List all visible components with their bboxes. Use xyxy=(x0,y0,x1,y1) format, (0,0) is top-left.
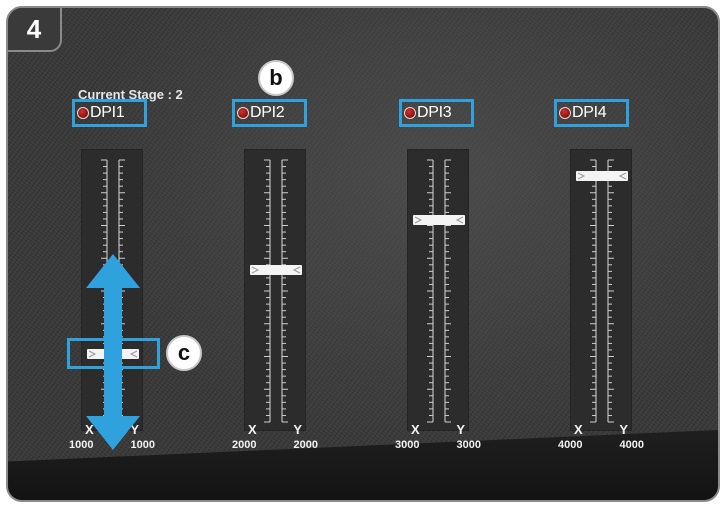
indicator-dot-icon xyxy=(559,107,571,119)
dpi2-x-value: 2000 xyxy=(232,439,257,451)
dpi4-y-label: Y xyxy=(619,422,628,437)
slider-ticks xyxy=(264,159,288,423)
knob-highlight-box xyxy=(67,338,160,369)
indicator-dot-icon xyxy=(77,107,89,119)
step-badge: 4 xyxy=(8,8,62,52)
dpi4-y-value: 4000 xyxy=(619,439,644,451)
dpi2-axis-labels: X Y xyxy=(232,422,318,437)
slider-ticks xyxy=(590,159,614,423)
dpi2-label[interactable]: DPI2 xyxy=(232,99,307,127)
dpi4-x-value: 4000 xyxy=(558,439,583,451)
instruction-panel: 4 Current Stage : 2 DPI1 X Y 1000 1000 D… xyxy=(6,6,720,502)
dpi2-x-label: X xyxy=(248,422,257,437)
dpi2-y-value: 2000 xyxy=(293,439,318,451)
indicator-dot-icon xyxy=(404,107,416,119)
slider-knob-icon xyxy=(251,266,301,274)
dpi4-axis-labels: X Y xyxy=(558,422,644,437)
dpi3-y-value: 3000 xyxy=(456,439,481,451)
step-number: 4 xyxy=(26,13,42,44)
dpi2-axis-values: 2000 2000 xyxy=(232,439,318,451)
dpi4-slider-knob[interactable] xyxy=(576,170,628,181)
indicator-dot-icon xyxy=(237,107,249,119)
dpi2-label-text: DPI2 xyxy=(250,104,285,121)
dpi2-y-label: Y xyxy=(293,422,302,437)
dpi1-label[interactable]: DPI1 xyxy=(72,99,147,127)
slider-knob-icon xyxy=(577,172,627,180)
slider-ticks xyxy=(427,159,451,423)
slider-knob-icon xyxy=(414,216,464,224)
callout-b: b xyxy=(258,60,294,96)
dpi3-label-text: DPI3 xyxy=(417,104,452,121)
dpi4-axis-values: 4000 4000 xyxy=(558,439,644,451)
dpi2-slider[interactable] xyxy=(244,149,306,431)
dpi4-slider[interactable] xyxy=(570,149,632,431)
dpi3-y-label: Y xyxy=(456,422,465,437)
callout-b-label: b xyxy=(269,65,283,90)
dpi3-axis-labels: X Y xyxy=(395,422,481,437)
dpi3-x-label: X xyxy=(411,422,420,437)
callout-c-label: c xyxy=(177,340,191,365)
callout-c: c xyxy=(166,335,202,371)
dpi2-slider-knob[interactable] xyxy=(250,265,302,276)
dpi3-slider[interactable] xyxy=(407,149,469,431)
dpi4-x-label: X xyxy=(574,422,583,437)
dpi4-label[interactable]: DPI4 xyxy=(554,99,629,127)
dpi1-label-text: DPI1 xyxy=(90,104,125,121)
dpi3-x-value: 3000 xyxy=(395,439,420,451)
dpi3-slider-knob[interactable] xyxy=(413,215,465,226)
dpi3-axis-values: 3000 3000 xyxy=(395,439,481,451)
dpi4-label-text: DPI4 xyxy=(572,104,607,121)
dpi3-label[interactable]: DPI3 xyxy=(399,99,474,127)
